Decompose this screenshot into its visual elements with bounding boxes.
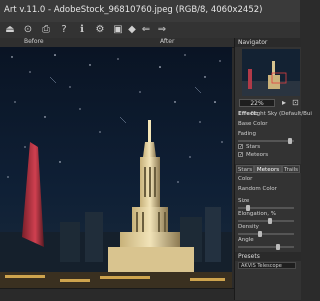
redo-icon[interactable]: ⇒ xyxy=(156,24,168,36)
right-panel: Navigator 22% ▸ ⊡ Effect: Night Sky (Def… xyxy=(234,38,312,300)
city-night-image xyxy=(0,47,232,288)
size-slider[interactable] xyxy=(238,205,294,211)
navigator-preview-image xyxy=(242,49,300,96)
settings-icon[interactable]: ⚙ xyxy=(94,24,106,36)
navigator-zoom-row: 22% ▸ ⊡ xyxy=(235,98,301,108)
density-slider[interactable] xyxy=(238,231,294,237)
info-icon[interactable]: ℹ xyxy=(76,24,88,36)
meteors-label: Meteors xyxy=(246,152,269,158)
angle-slider[interactable] xyxy=(238,244,294,250)
color-label: Color xyxy=(238,176,253,182)
photo-icon[interactable]: ▣ xyxy=(112,24,124,36)
effect-tabs: Stars Meteors Trails xyxy=(235,164,301,173)
preset-value: AKVIS Telescope xyxy=(241,263,282,269)
print-icon[interactable]: ⎙ xyxy=(40,24,52,36)
zoom-field[interactable]: 22% xyxy=(239,99,275,107)
fading-slider-knob[interactable] xyxy=(288,138,292,144)
tab-stars[interactable]: Stars xyxy=(236,165,254,173)
density-slider-knob[interactable] xyxy=(258,231,262,237)
image-canvas[interactable] xyxy=(0,47,232,288)
zoom-value: 22% xyxy=(250,100,264,107)
meteors-checkbox[interactable]: ✓ xyxy=(238,152,243,158)
base-color-label: Base Color xyxy=(238,121,268,127)
title-bar: Art v.11.0 - AdobeStock_96810760.jpeg (R… xyxy=(0,0,300,23)
tab-trails[interactable]: Trails xyxy=(282,165,300,173)
before-tab[interactable]: Before xyxy=(24,38,44,45)
save-icon[interactable]: ⊙ xyxy=(22,24,34,36)
window-title: Art v.11.0 - AdobeStock_96810760.jpeg (R… xyxy=(4,5,263,15)
after-tab[interactable]: After xyxy=(160,38,174,45)
status-bar xyxy=(0,288,234,301)
stars-checkbox[interactable]: ✓ xyxy=(238,144,243,150)
elongation-slider-knob[interactable] xyxy=(268,218,272,224)
tab-meteors[interactable]: Meteors xyxy=(254,165,282,173)
elongation-slider[interactable] xyxy=(238,218,294,224)
undo-icon[interactable]: ⇐ xyxy=(140,24,152,36)
zoom-reset-icon[interactable]: ⊡ xyxy=(292,98,299,107)
help-icon[interactable]: ? xyxy=(58,24,70,36)
navigator-header: Navigator xyxy=(235,38,301,47)
before-icon[interactable]: ◆ xyxy=(126,24,138,36)
preset-select[interactable]: AKVIS Telescope xyxy=(238,262,296,269)
stars-label: Stars xyxy=(246,144,261,150)
angle-label: Angle xyxy=(238,237,254,243)
elongation-label: Elongation, % xyxy=(238,211,276,217)
angle-slider-knob[interactable] xyxy=(276,244,280,250)
effect-value[interactable]: Night Sky (Default/Bui xyxy=(251,111,312,117)
fading-label: Fading xyxy=(238,131,257,137)
fading-slider[interactable] xyxy=(238,138,294,144)
toolbar: ⏏ ⊙ ⎙ ? ℹ ⚙ ▣ ◆ ⇐ ⇒ xyxy=(0,22,300,39)
presets-header: Presets xyxy=(235,252,301,261)
density-label: Density xyxy=(238,224,259,230)
random-color-label: Random Color xyxy=(238,186,277,192)
zoom-up-icon[interactable]: ▸ xyxy=(282,98,286,107)
open-icon[interactable]: ⏏ xyxy=(4,24,16,36)
size-label: Size xyxy=(238,198,250,204)
navigator-thumbnail[interactable] xyxy=(242,49,300,96)
